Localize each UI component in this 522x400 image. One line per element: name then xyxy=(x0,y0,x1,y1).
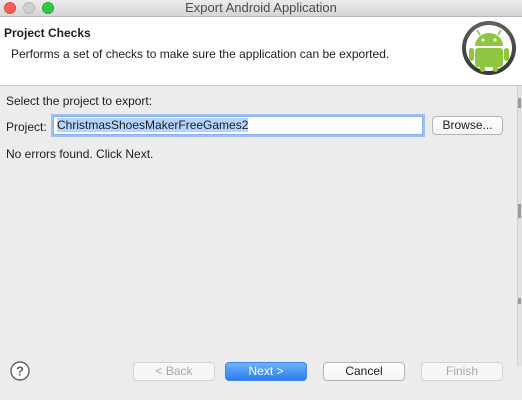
svg-text:?: ? xyxy=(16,364,24,379)
android-icon xyxy=(462,21,516,75)
select-project-label: Select the project to export: xyxy=(6,94,153,108)
project-input-value: ChristmasShoesMakerFreeGames2 xyxy=(57,118,249,132)
page-title: Project Checks xyxy=(4,26,91,40)
status-message: No errors found. Click Next. xyxy=(6,147,154,161)
back-button[interactable]: < Back xyxy=(133,362,215,381)
finish-button[interactable]: Finish xyxy=(421,362,503,381)
wizard-header: Project Checks Performs a set of checks … xyxy=(0,17,522,86)
help-icon[interactable]: ? xyxy=(10,361,30,381)
next-button[interactable]: Next > xyxy=(225,362,307,381)
background-window-edge xyxy=(517,86,522,366)
cancel-button[interactable]: Cancel xyxy=(323,362,405,381)
browse-button[interactable]: Browse... xyxy=(432,116,503,135)
project-label: Project: xyxy=(6,120,47,134)
title-bar: Export Android Application xyxy=(0,0,522,17)
project-input[interactable]: ChristmasShoesMakerFreeGames2 xyxy=(53,116,423,135)
page-description: Performs a set of checks to make sure th… xyxy=(11,47,390,61)
window-title: Export Android Application xyxy=(185,0,337,15)
